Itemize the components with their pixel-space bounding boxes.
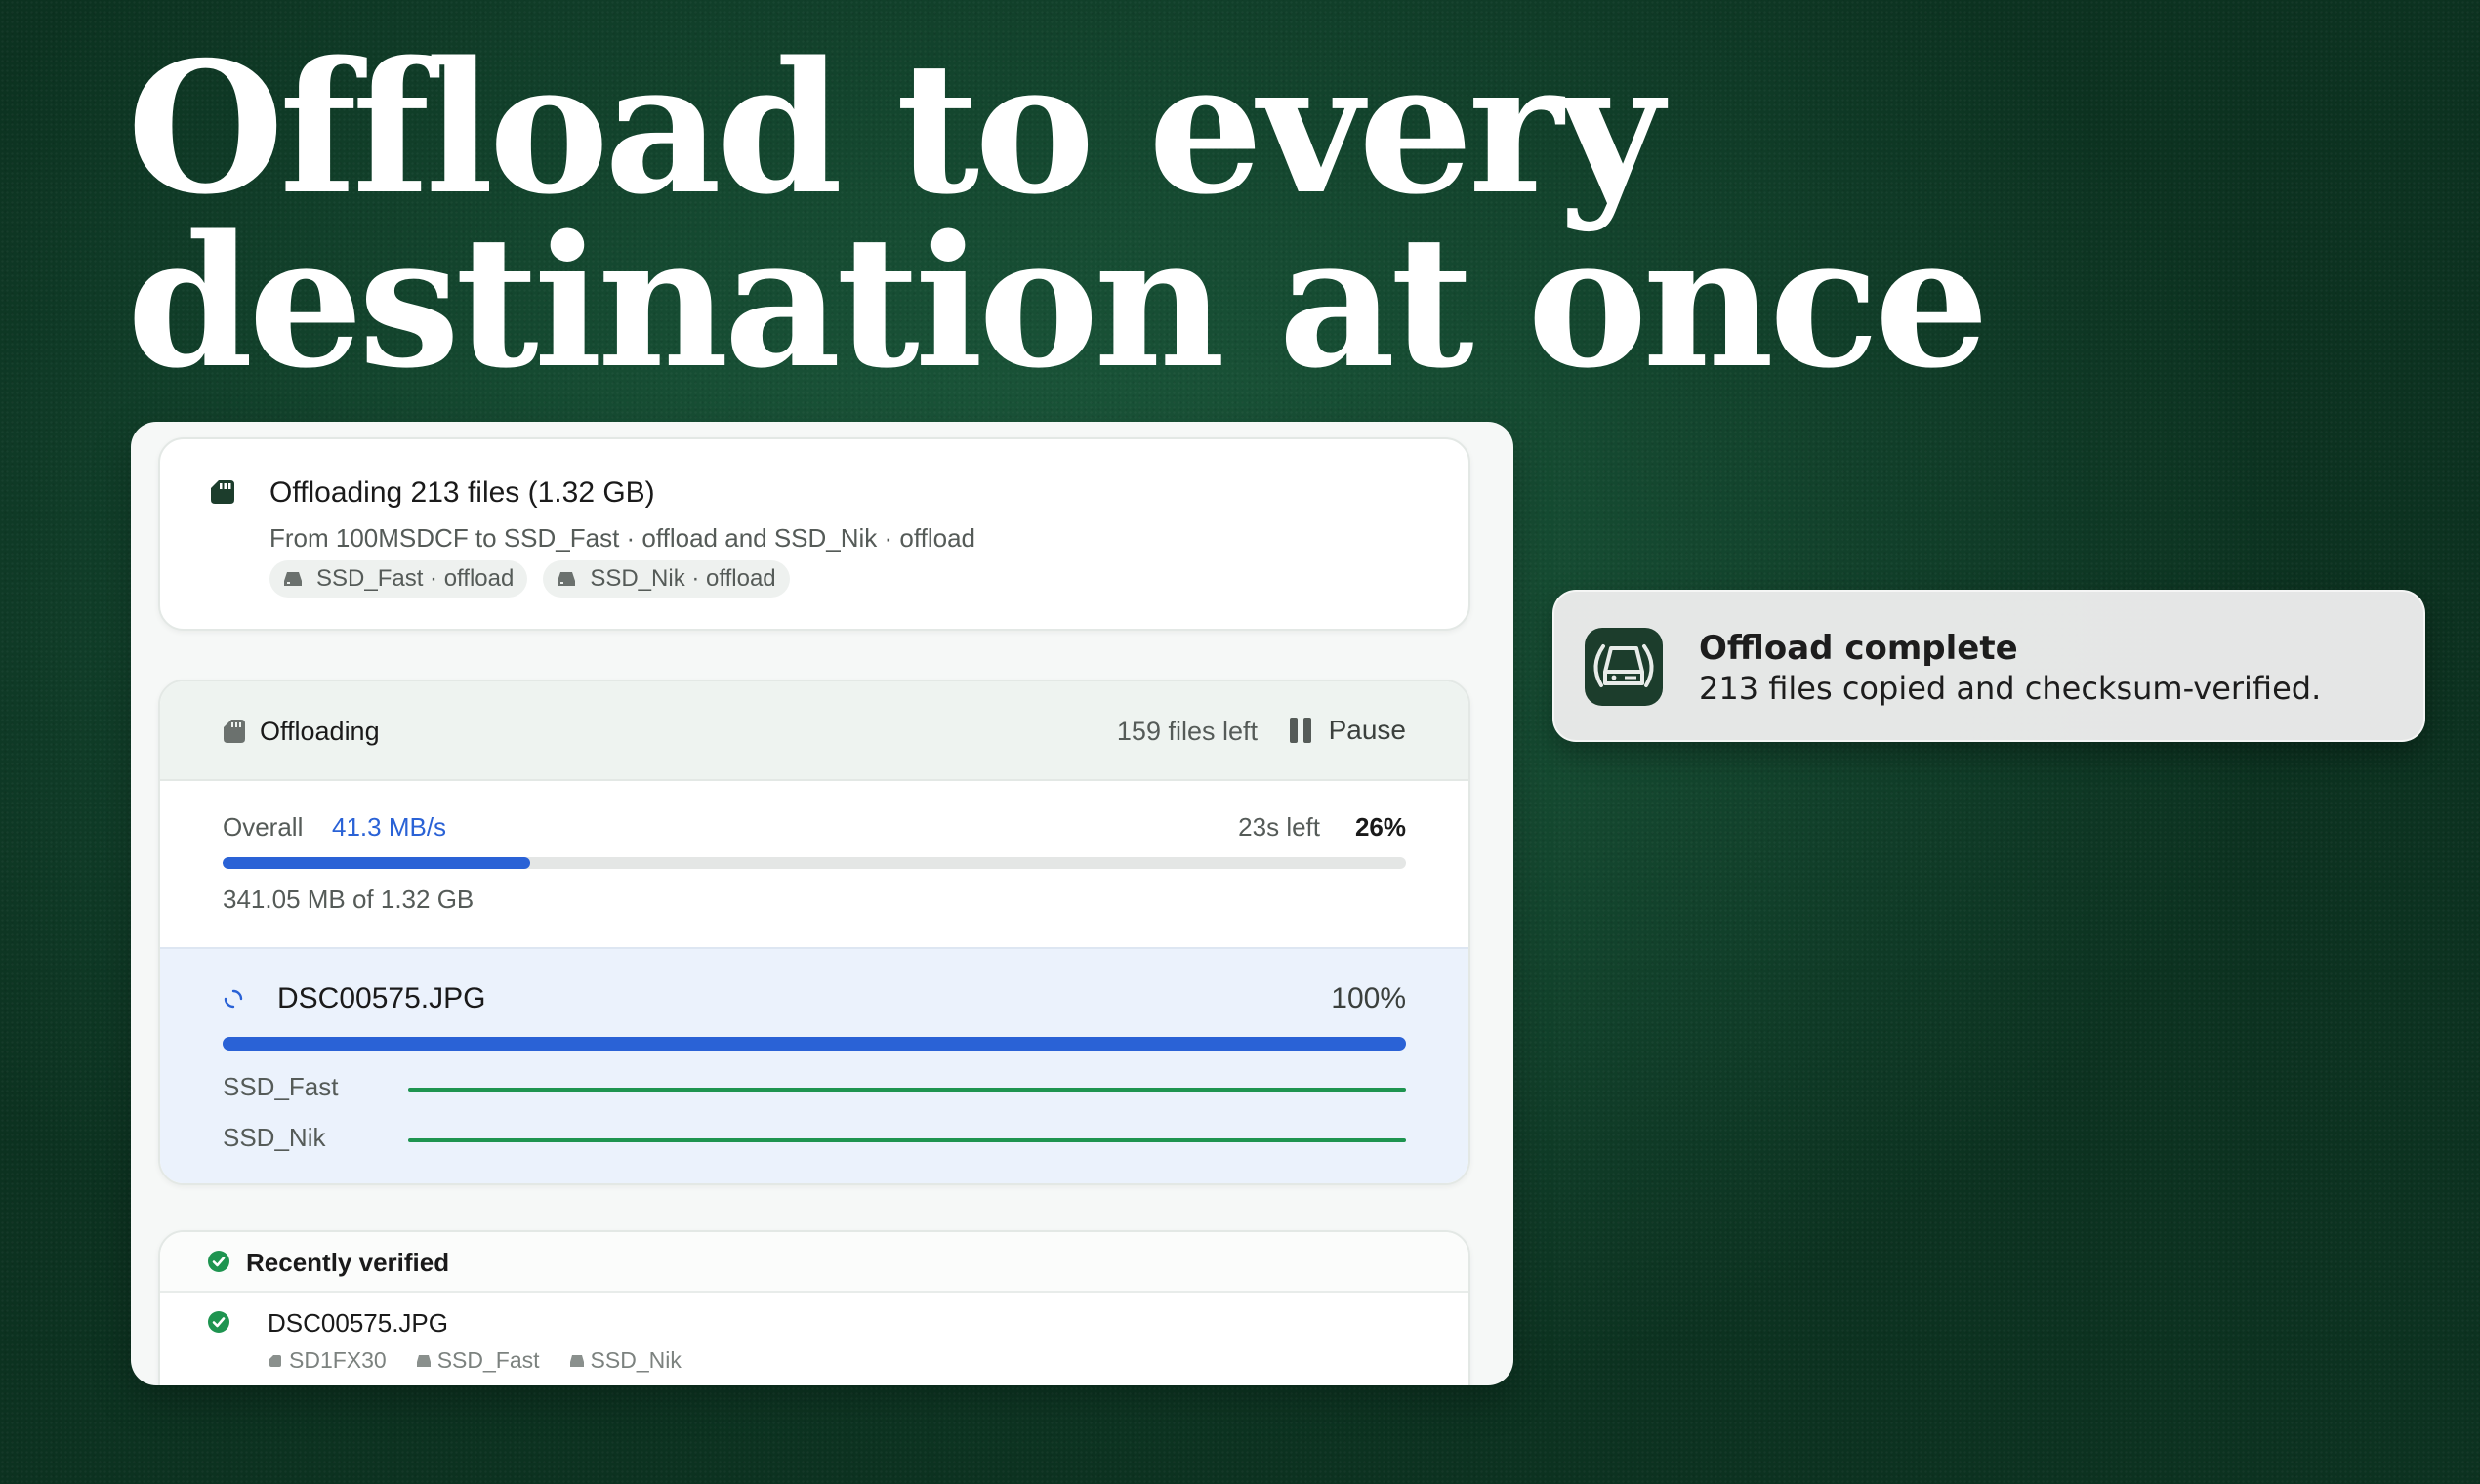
drive-icon <box>284 572 302 586</box>
summary-title: Offloading 213 files (1.32 GB) <box>269 476 655 509</box>
overall-progress-section: Overall 41.3 MB/s 23s left 26% 341.05 MB… <box>160 781 1468 947</box>
spinner-icon <box>224 989 243 1009</box>
recently-verified-header: Recently verified <box>160 1232 1468 1293</box>
headline-line-2: destination at once <box>127 195 1989 408</box>
current-file-progress-bar <box>223 1037 1406 1051</box>
destination-progress-bar <box>408 1088 1406 1092</box>
current-file-progress-fill <box>223 1037 1406 1051</box>
marketing-headline: Offload to every destination at once <box>127 21 1989 408</box>
time-remaining: 23s left <box>1238 812 1320 842</box>
offload-complete-notification[interactable]: Offload complete 213 files copied and ch… <box>1552 590 2425 742</box>
progress-header-label: Offloading <box>260 717 380 746</box>
app-drive-icon <box>1585 628 1663 706</box>
chip-label: SSD_Nik · offload <box>590 565 776 592</box>
progress-header: Offloading 159 files left Pause <box>160 681 1468 781</box>
notification-body: 213 files copied and checksum-verified. <box>1699 670 2322 707</box>
overall-progress-bar <box>223 857 1406 869</box>
pause-label: Pause <box>1328 715 1406 745</box>
destination-label: SSD_Fast <box>223 1072 339 1101</box>
location-ssd-fast: SSD_Fast <box>416 1347 540 1374</box>
destination-progress-ssd-nik: SSD_Nik <box>223 1123 1406 1158</box>
overall-label: Overall <box>223 812 304 842</box>
current-file-percent: 100% <box>1331 982 1406 1014</box>
transfer-speed: 41.3 MB/s <box>332 812 447 842</box>
headline-line-1: Offload to every <box>127 21 1664 234</box>
bytes-progress: 341.05 MB of 1.32 GB <box>223 885 475 914</box>
destination-chip-ssd-nik[interactable]: SSD_Nik · offload <box>543 560 790 598</box>
drive-icon <box>569 1354 584 1367</box>
location-label: SD1FX30 <box>289 1347 387 1373</box>
drive-icon <box>416 1354 431 1367</box>
overall-progress-fill <box>223 857 531 869</box>
verified-file-name: DSC00575.JPG <box>268 1308 448 1338</box>
check-circle-icon <box>208 1251 229 1272</box>
offload-summary-card: Offloading 213 files (1.32 GB) From 100M… <box>158 437 1470 631</box>
verified-locations: SD1FX30 SSD_Fast SSD_Nik <box>268 1347 682 1374</box>
notification-title: Offload complete <box>1699 629 2018 668</box>
destination-progress-fill <box>408 1138 1406 1142</box>
sd-card-icon <box>269 1354 281 1367</box>
recently-verified-title: Recently verified <box>246 1248 450 1277</box>
destination-chip-ssd-fast[interactable]: SSD_Fast · offload <box>269 560 528 598</box>
destination-chips: SSD_Fast · offload SSD_Nik · offload <box>269 560 790 598</box>
chip-label: SSD_Fast · offload <box>316 565 515 592</box>
destination-progress-bar <box>408 1138 1406 1142</box>
recently-verified-card: Recently verified DSC00575.JPG SD1FX30 S… <box>158 1230 1470 1385</box>
location-sd-card: SD1FX30 <box>268 1347 387 1374</box>
location-ssd-nik: SSD_Nik <box>569 1347 682 1374</box>
destination-progress-fill <box>408 1088 1406 1092</box>
location-label: SSD_Fast <box>436 1347 540 1373</box>
list-item[interactable]: DSC00575.JPG SD1FX30 SSD_Fast SSD_Nik <box>160 1293 1468 1385</box>
location-label: SSD_Nik <box>590 1347 682 1373</box>
sd-card-icon <box>224 720 245 743</box>
summary-subtitle: From 100MSDCF to SSD_Fast · offload and … <box>269 523 976 553</box>
drive-icon <box>558 572 576 586</box>
current-file-name: DSC00575.JPG <box>277 982 486 1014</box>
destination-progress-ssd-fast: SSD_Fast <box>223 1072 1406 1107</box>
files-left-count: 159 files left <box>1116 717 1258 746</box>
check-circle-icon <box>208 1311 229 1333</box>
offload-progress-card: Offloading 159 files left Pause Overall … <box>158 680 1470 1185</box>
destination-label: SSD_Nik <box>223 1123 326 1152</box>
app-window: Offloading 213 files (1.32 GB) From 100M… <box>131 422 1513 1385</box>
pause-button[interactable]: Pause <box>1289 709 1406 752</box>
overall-percent: 26% <box>1354 812 1406 842</box>
pause-icon <box>1289 718 1311 743</box>
current-file-row: DSC00575.JPG 100% SSD_Fast SSD_Nik <box>160 947 1468 1183</box>
sd-card-icon <box>211 480 234 504</box>
